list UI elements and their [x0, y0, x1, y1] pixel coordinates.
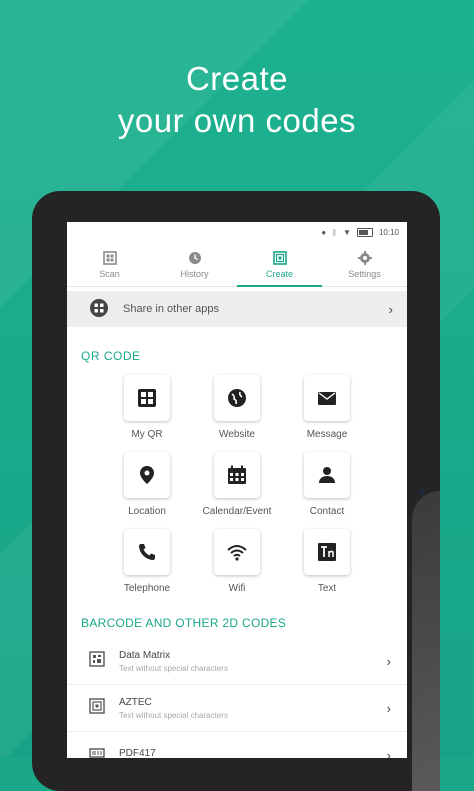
qr-item-location[interactable]: Location — [102, 452, 192, 517]
qr-item-wifi[interactable]: Wifi — [192, 529, 282, 594]
barcode-item-pdf417[interactable]: PDF417 › — [67, 732, 407, 758]
contact-card-icon — [124, 375, 170, 421]
history-icon — [187, 250, 203, 266]
qr-item-contact[interactable]: Contact — [282, 452, 372, 517]
status-bar: ● ᛒ ▼ 10:10 — [67, 222, 407, 242]
qr-section-title: QR CODE — [81, 349, 141, 363]
barcode-item-data-matrix[interactable]: Data Matrix Text without special charact… — [67, 638, 407, 685]
tab-history-label: History — [180, 268, 209, 279]
share-in-other-apps-row[interactable]: Share in other apps › — [67, 291, 407, 327]
tab-bar: Scan History Create Settings — [67, 242, 407, 287]
envelope-icon — [304, 375, 350, 421]
qr-item-website[interactable]: Website — [192, 375, 282, 440]
person-icon — [304, 452, 350, 498]
tab-create-label: Create — [265, 268, 293, 279]
share-label: Share in other apps — [123, 303, 220, 315]
tab-history[interactable]: History — [152, 242, 237, 286]
wifi-status-icon: ▼ — [343, 227, 351, 237]
aztec-icon — [89, 697, 105, 719]
tab-settings[interactable]: Settings — [322, 242, 407, 286]
data-matrix-icon — [89, 650, 105, 672]
promo-headline: Create your own codes — [0, 58, 474, 142]
qr-item-label: My QR — [131, 429, 163, 440]
qr-item-text[interactable]: Text — [282, 529, 372, 594]
chevron-right-icon: › — [388, 301, 393, 317]
qr-item-message[interactable]: Message — [282, 375, 372, 440]
chevron-right-icon: › — [386, 700, 391, 716]
app-screen: ● ᛒ ▼ 10:10 Scan History Create Settings… — [67, 222, 407, 758]
tab-create[interactable]: Create — [237, 242, 322, 287]
barcode-list: Data Matrix Text without special charact… — [67, 638, 407, 758]
qr-item-telephone[interactable]: Telephone — [102, 529, 192, 594]
wifi-icon — [214, 529, 260, 575]
qr-item-calendar-event[interactable]: Calendar/Event — [192, 452, 282, 517]
gear-icon — [357, 250, 373, 266]
status-time: 10:10 — [378, 227, 399, 237]
location-status-icon: ● — [321, 227, 327, 237]
tablet-camera — [419, 489, 425, 495]
barcode-item-subtitle: Text without special characters — [119, 663, 228, 673]
qr-item-label: Contact — [309, 506, 345, 517]
qr-type-grid: My QR Website Message Location Calendar/… — [102, 375, 407, 594]
qr-item-label: Website — [219, 429, 255, 440]
qr-item-label: Location — [128, 506, 166, 517]
bluetooth-status-icon: ᛒ — [332, 227, 338, 237]
text-icon — [304, 529, 350, 575]
chevron-right-icon: › — [386, 747, 391, 759]
battery-icon — [356, 227, 373, 237]
qr-create-icon — [272, 250, 288, 266]
pdf417-icon — [89, 745, 105, 759]
barcode-scan-icon — [102, 250, 118, 266]
barcode-item-subtitle: Text without special characters — [119, 710, 228, 720]
qr-item-my-qr[interactable]: My QR — [102, 375, 192, 440]
chevron-right-icon: › — [386, 653, 391, 669]
qr-item-label: Wifi — [228, 583, 246, 594]
headline-line-1: Create — [185, 60, 289, 97]
qr-item-label: Calendar/Event — [202, 506, 272, 517]
tab-settings-label: Settings — [348, 268, 381, 279]
barcode-item-aztec[interactable]: AZTEC Text without special characters › — [67, 685, 407, 732]
calendar-icon — [214, 452, 260, 498]
location-pin-icon — [124, 452, 170, 498]
qr-item-label: Telephone — [123, 583, 171, 594]
barcode-item-title: AZTEC — [119, 696, 152, 708]
barcode-item-title: PDF417 — [119, 748, 156, 758]
tab-scan[interactable]: Scan — [67, 242, 152, 286]
qr-item-label: Message — [306, 429, 348, 440]
headline-line-2: your own codes — [117, 102, 357, 139]
qr-item-label: Text — [317, 583, 337, 594]
globe-icon — [214, 375, 260, 421]
share-apps-icon — [89, 298, 109, 321]
tablet-edge — [412, 491, 440, 791]
phone-icon — [124, 529, 170, 575]
tab-scan-label: Scan — [99, 268, 120, 279]
barcode-item-title: Data Matrix — [119, 649, 171, 661]
barcode-section-title: BARCODE AND OTHER 2D CODES — [81, 616, 287, 630]
